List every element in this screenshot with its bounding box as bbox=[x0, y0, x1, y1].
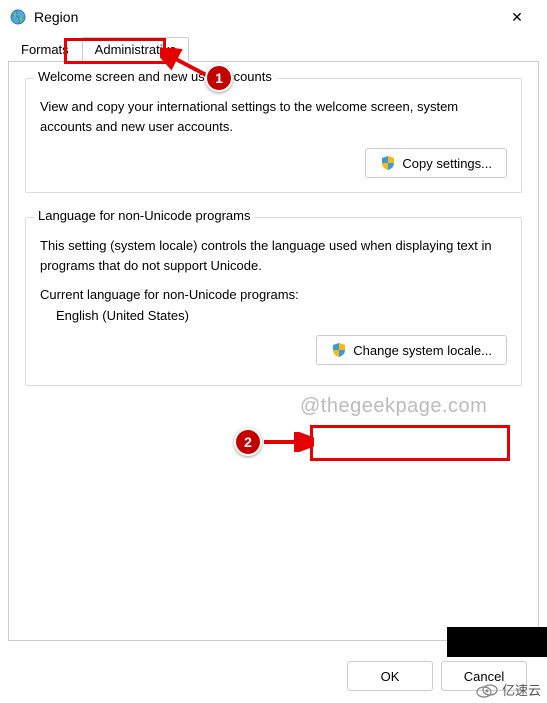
cancel-label: Cancel bbox=[464, 669, 504, 684]
bottom-shadow bbox=[447, 627, 547, 657]
tab-formats-label: Formats bbox=[21, 42, 69, 57]
group-non-unicode-desc: This setting (system locale) controls th… bbox=[40, 236, 507, 275]
cancel-button[interactable]: Cancel bbox=[441, 661, 527, 691]
change-system-locale-button[interactable]: Change system locale... bbox=[316, 335, 507, 365]
group-welcome-desc: View and copy your international setting… bbox=[40, 97, 507, 136]
close-icon: ✕ bbox=[511, 9, 523, 26]
region-window: Region ✕ Formats Administrative Welcome … bbox=[0, 0, 547, 703]
copy-settings-row: Copy settings... bbox=[40, 148, 507, 178]
group-welcome-screen: Welcome screen and new user accounts Vie… bbox=[25, 78, 522, 193]
tab-formats[interactable]: Formats bbox=[8, 37, 82, 62]
window-title: Region bbox=[34, 9, 78, 25]
titlebar: Region ✕ bbox=[0, 0, 547, 34]
shield-icon bbox=[331, 342, 347, 358]
current-language-value: English (United States) bbox=[56, 308, 507, 323]
group-non-unicode-title: Language for non-Unicode programs bbox=[34, 208, 254, 223]
copy-settings-button[interactable]: Copy settings... bbox=[365, 148, 507, 178]
close-button[interactable]: ✕ bbox=[497, 3, 537, 31]
current-language-label: Current language for non-Unicode program… bbox=[40, 287, 507, 302]
tabs: Formats Administrative bbox=[0, 36, 547, 61]
tab-administrative-label: Administrative bbox=[95, 42, 177, 57]
shield-icon bbox=[380, 155, 396, 171]
ok-label: OK bbox=[381, 669, 400, 684]
titlebar-left: Region bbox=[10, 9, 78, 25]
globe-icon bbox=[10, 9, 26, 25]
tab-content: Welcome screen and new user accounts Vie… bbox=[8, 61, 539, 641]
group-welcome-title: Welcome screen and new user accounts bbox=[34, 69, 276, 84]
change-locale-label: Change system locale... bbox=[353, 343, 492, 358]
footer: OK Cancel bbox=[0, 649, 547, 703]
change-locale-row: Change system locale... bbox=[40, 335, 507, 365]
group-non-unicode: Language for non-Unicode programs This s… bbox=[25, 217, 522, 386]
tab-administrative[interactable]: Administrative bbox=[82, 37, 190, 62]
copy-settings-label: Copy settings... bbox=[402, 156, 492, 171]
ok-button[interactable]: OK bbox=[347, 661, 433, 691]
